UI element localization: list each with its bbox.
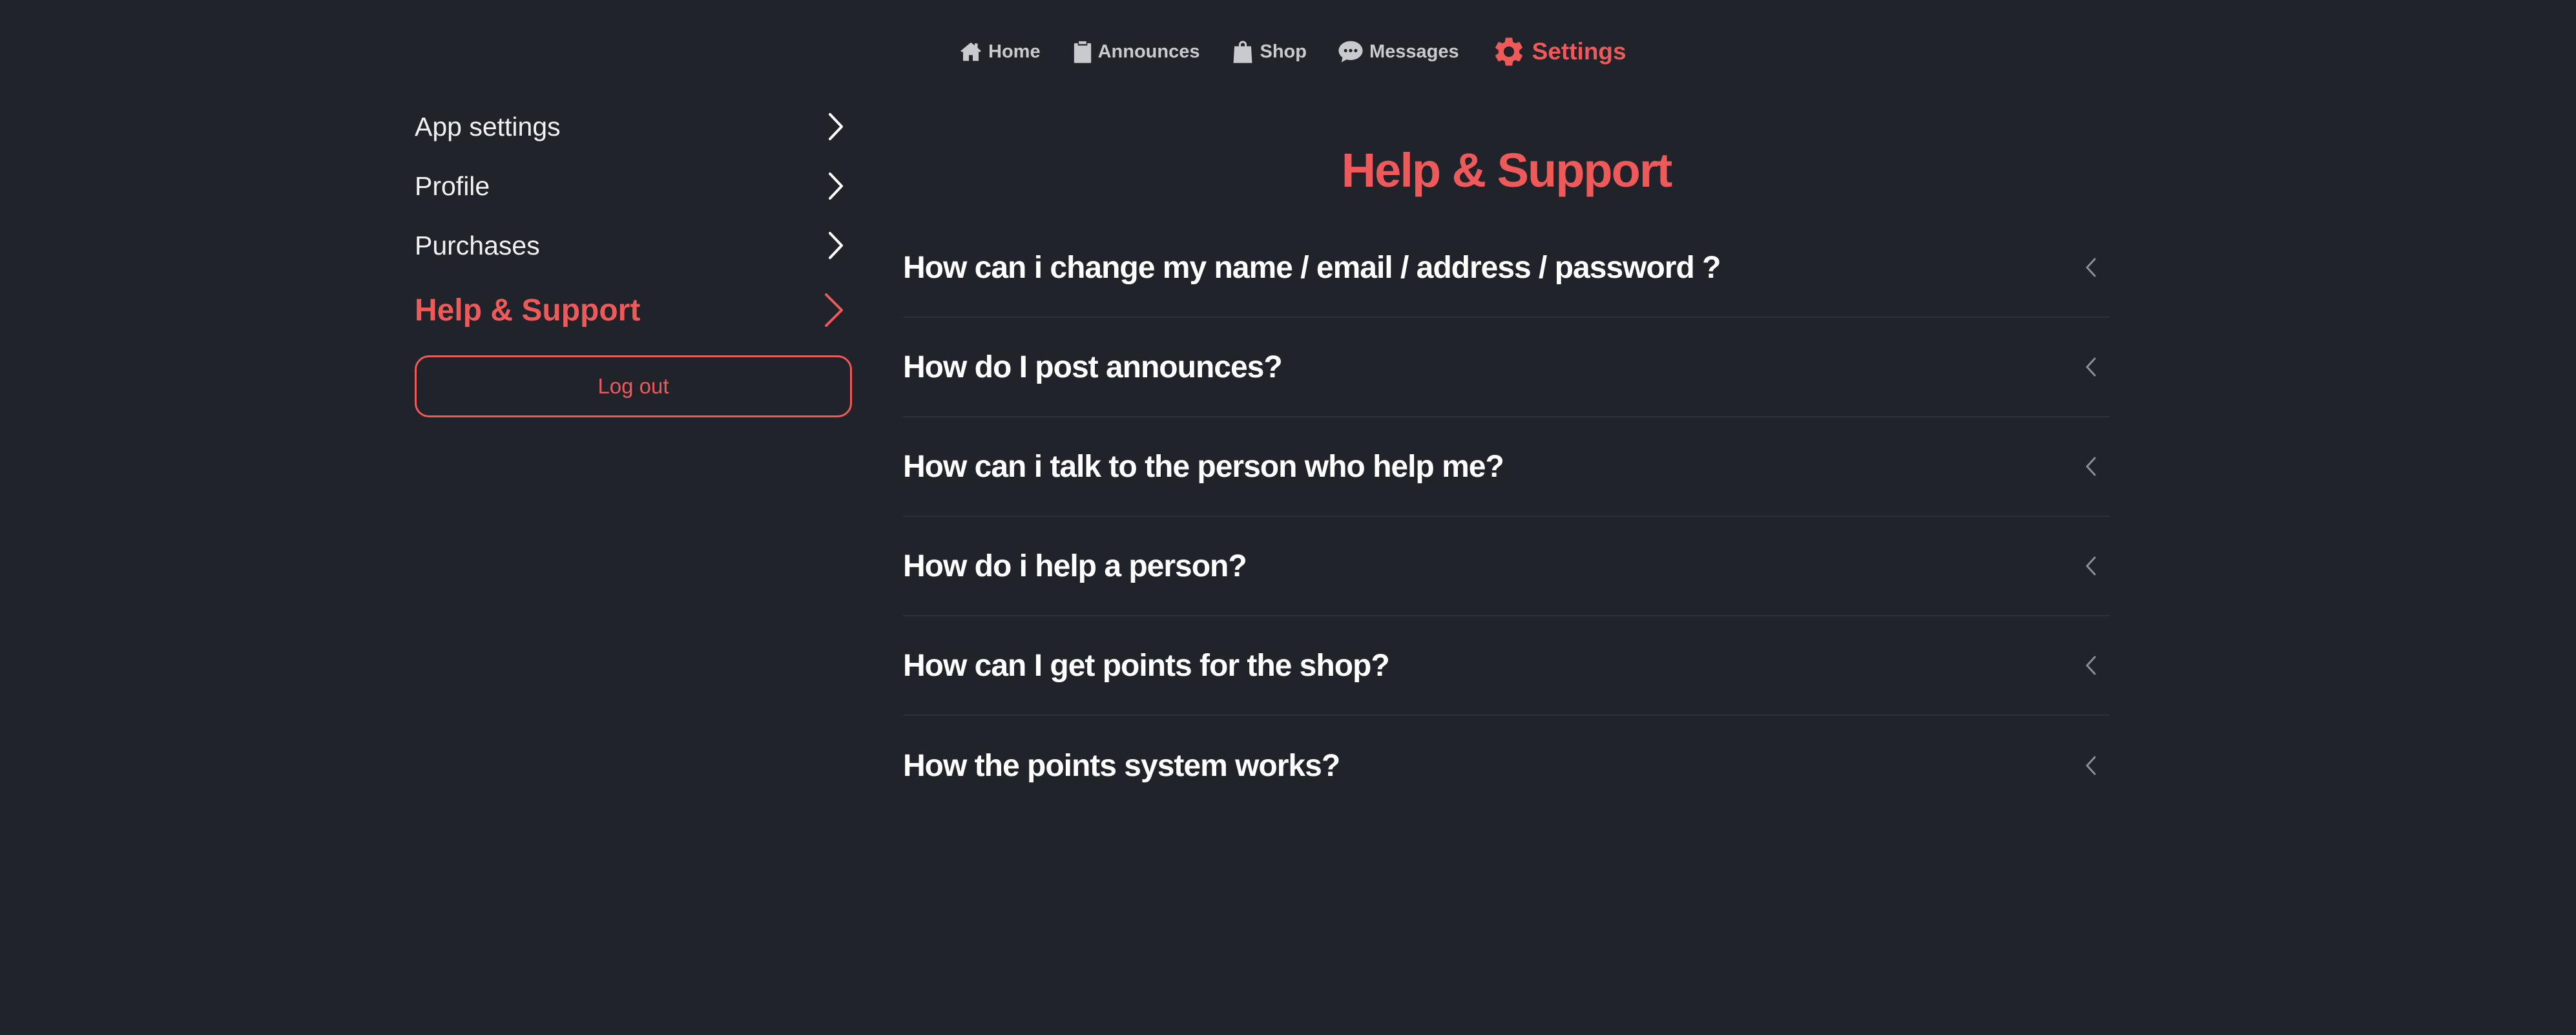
- chevron-right-icon: [829, 232, 843, 259]
- shopping-bag-icon: [1234, 41, 1252, 63]
- nav-item-label: Home: [988, 41, 1041, 62]
- nav-item-label: Settings: [1532, 38, 1626, 65]
- faq-list: How can i change my name / email / addre…: [903, 218, 2110, 815]
- chevron-left-icon: [2086, 357, 2096, 377]
- nav-item-messages[interactable]: Messages: [1338, 40, 1459, 63]
- faq-item[interactable]: How do I post announces?: [903, 318, 2110, 417]
- chevron-right-icon: [825, 293, 843, 327]
- chevron-left-icon: [2086, 656, 2096, 675]
- faq-question: How do I post announces?: [903, 350, 1283, 384]
- faq-question: How can i talk to the person who help me…: [903, 449, 1504, 484]
- chevron-right-icon: [829, 113, 843, 140]
- faq-item[interactable]: How can i change my name / email / addre…: [903, 218, 2110, 318]
- faq-question: How can i change my name / email / addre…: [903, 250, 1721, 285]
- faq-item[interactable]: How can i talk to the person who help me…: [903, 417, 2110, 517]
- chevron-left-icon: [2086, 756, 2096, 775]
- nav-item-home[interactable]: Home: [959, 40, 1041, 63]
- help-support-panel: Help & Support How can i change my name …: [903, 129, 2110, 815]
- settings-sidebar: App settings Profile Purchases Help & Su…: [415, 97, 852, 417]
- nav-item-shop[interactable]: Shop: [1232, 39, 1307, 64]
- faq-question: How can I get points for the shop?: [903, 648, 1390, 683]
- sidebar-item-label: Profile: [415, 171, 490, 201]
- sidebar-item-label: App settings: [415, 111, 561, 141]
- logout-button[interactable]: Log out: [415, 355, 852, 417]
- nav-item-label: Messages: [1369, 41, 1459, 62]
- nav-item-label: Announces: [1097, 41, 1200, 62]
- chevron-right-icon: [829, 172, 843, 200]
- faq-question: How do i help a person?: [903, 549, 1247, 583]
- nav-item-label: Shop: [1260, 41, 1307, 62]
- sidebar-item-purchases[interactable]: Purchases: [415, 216, 852, 275]
- sidebar-item-help-support[interactable]: Help & Support: [415, 275, 852, 345]
- faq-item[interactable]: How can I get points for the shop?: [903, 616, 2110, 716]
- chat-bubble-icon: [1338, 41, 1363, 63]
- page-title: Help & Support: [1341, 143, 1673, 197]
- chevron-left-icon: [2086, 258, 2096, 277]
- nav-item-settings[interactable]: Settings: [1491, 34, 1626, 69]
- nav-item-announces[interactable]: Announces: [1073, 39, 1200, 64]
- top-navigation: Home Announces Shop Messages Settings: [959, 32, 1626, 71]
- faq-item[interactable]: How the points system works?: [903, 716, 2110, 815]
- chevron-left-icon: [2086, 457, 2096, 476]
- faq-question: How the points system works?: [903, 748, 1340, 783]
- sidebar-item-label: Help & Support: [415, 293, 641, 328]
- chevron-left-icon: [2086, 556, 2096, 576]
- sidebar-item-app-settings[interactable]: App settings: [415, 97, 852, 156]
- clipboard-icon: [1074, 41, 1091, 63]
- sidebar-item-profile[interactable]: Profile: [415, 156, 852, 216]
- faq-item[interactable]: How do i help a person?: [903, 517, 2110, 616]
- home-icon: [961, 42, 981, 61]
- sidebar-item-label: Purchases: [415, 230, 540, 260]
- gear-icon: [1495, 37, 1522, 66]
